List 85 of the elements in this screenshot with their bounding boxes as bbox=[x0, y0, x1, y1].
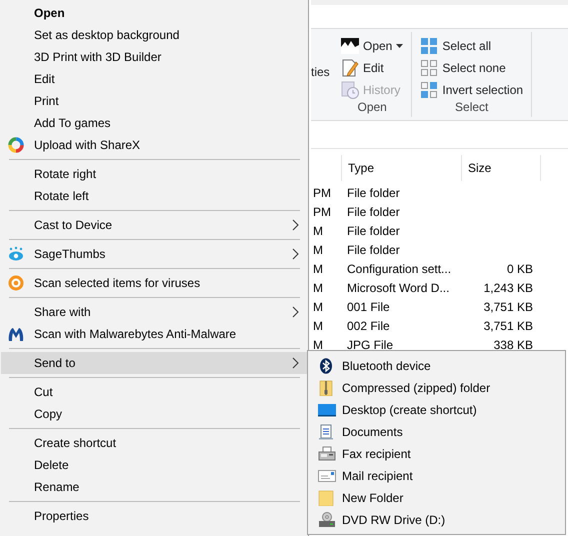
menu-item[interactable]: Add To games bbox=[1, 112, 307, 134]
table-cell-text: PM bbox=[312, 186, 332, 200]
table-cell-text: Configuration sett... bbox=[346, 262, 452, 276]
menu-item[interactable]: Scan selected items for viruses bbox=[1, 272, 307, 294]
ring-icon bbox=[8, 137, 24, 153]
table-cell-text: M bbox=[312, 300, 324, 314]
menu-item[interactable]: Properties bbox=[1, 505, 307, 527]
chevron-right-icon bbox=[292, 219, 299, 231]
menu-item[interactable]: Copy bbox=[1, 403, 307, 425]
menu-item[interactable]: Bluetooth device bbox=[308, 355, 565, 377]
table-cell-text: 0 KB bbox=[506, 262, 534, 276]
ribbon-button[interactable]: Open bbox=[339, 36, 406, 56]
table-cell-text: M bbox=[312, 262, 324, 276]
column-header[interactable]: Type bbox=[341, 155, 461, 181]
caret-icon bbox=[396, 44, 404, 48]
desktop-icon bbox=[318, 403, 336, 417]
table-cell-text: Microsoft Word D... bbox=[346, 280, 450, 294]
menu-item[interactable]: Cut bbox=[1, 381, 307, 403]
envelope-icon bbox=[318, 470, 336, 482]
table-cell-text: 338 KB bbox=[492, 338, 534, 352]
table-cell-text: M bbox=[312, 338, 324, 352]
chevron-right-icon bbox=[292, 357, 299, 369]
ribbon-group-label: Open bbox=[356, 100, 388, 116]
menu-item[interactable]: Print bbox=[1, 90, 307, 112]
menu-item[interactable]: Cast to Device bbox=[1, 214, 307, 236]
column-header[interactable]: Size bbox=[461, 155, 541, 181]
fax-icon bbox=[318, 446, 336, 462]
table-cell-text: File folder bbox=[346, 242, 401, 256]
table-cell-text: M bbox=[312, 318, 324, 332]
table-cell-text: 001 File bbox=[346, 300, 391, 314]
menu-item[interactable]: New Folder bbox=[308, 487, 565, 509]
table-cell-text: 002 File bbox=[346, 318, 391, 332]
table-cell-text: PM bbox=[312, 204, 332, 218]
menu-item[interactable]: Set as desktop background bbox=[1, 24, 307, 46]
invert-selection-icon bbox=[420, 81, 438, 99]
menu-item[interactable]: Open bbox=[1, 2, 307, 24]
menu-item[interactable]: Rotate left bbox=[1, 185, 307, 207]
table-cell-text: M bbox=[312, 242, 324, 256]
document-icon bbox=[318, 424, 334, 440]
menu-item[interactable]: Rename bbox=[1, 476, 307, 498]
picture-icon bbox=[341, 37, 359, 55]
menu-item[interactable]: Desktop (create shortcut) bbox=[308, 399, 565, 421]
ribbon-button[interactable]: Select all bbox=[418, 36, 526, 56]
ring-icon bbox=[8, 275, 24, 291]
table-cell-text: File folder bbox=[346, 204, 401, 218]
menu-item[interactable]: DVD RW Drive (D:) bbox=[308, 509, 565, 531]
menu-item[interactable]: Delete bbox=[1, 454, 307, 476]
eye-icon bbox=[8, 246, 24, 262]
ribbon-button-label[interactable]: ties bbox=[311, 64, 330, 78]
select-none-icon bbox=[420, 59, 438, 77]
menu-item[interactable]: Rotate right bbox=[1, 163, 307, 185]
menu-item[interactable]: Create shortcut bbox=[1, 432, 307, 454]
chevron-right-icon bbox=[292, 306, 299, 318]
menu-item[interactable]: SageThumbs bbox=[1, 243, 307, 265]
ribbon-group-label: Select bbox=[454, 100, 490, 116]
disc-drive-icon bbox=[318, 512, 336, 528]
menu-item[interactable]: Upload with ShareX bbox=[1, 134, 307, 156]
table-cell-text: M bbox=[312, 224, 324, 238]
menu-item[interactable]: Edit bbox=[1, 68, 307, 90]
ribbon-button[interactable]: Select none bbox=[418, 58, 526, 78]
bluetooth-icon bbox=[318, 358, 334, 374]
menu-item[interactable]: Documents bbox=[308, 421, 565, 443]
history-icon bbox=[341, 81, 359, 99]
menu-item[interactable]: Scan with Malwarebytes Anti-Malware bbox=[1, 323, 307, 345]
table-cell-text: 3,751 KB bbox=[482, 300, 534, 314]
ribbon-button[interactable]: Edit bbox=[339, 58, 406, 78]
edit-icon bbox=[341, 59, 359, 77]
select-all-icon bbox=[420, 37, 438, 55]
ribbon-button[interactable]: Invert selection bbox=[418, 80, 526, 100]
chevron-right-icon bbox=[292, 248, 299, 260]
table-cell-text: File folder bbox=[346, 186, 401, 200]
menu-item[interactable]: Share with bbox=[1, 301, 307, 323]
table-cell-text: File folder bbox=[346, 224, 401, 238]
menu-item[interactable]: Fax recipient bbox=[308, 443, 565, 465]
table-cell-text: JPG File bbox=[346, 338, 394, 352]
menu-item[interactable]: Mail recipient bbox=[308, 465, 565, 487]
menu-item[interactable]: 3D Print with 3D Builder bbox=[1, 46, 307, 68]
m-logo-icon bbox=[8, 326, 24, 342]
table-cell-text: 1,243 KB bbox=[482, 280, 534, 294]
menu-item[interactable]: Compressed (zipped) folder bbox=[308, 377, 565, 399]
menu-item[interactable]: Send to bbox=[1, 352, 307, 374]
table-cell-text: M bbox=[312, 280, 324, 294]
zip-folder-icon bbox=[318, 380, 334, 396]
folder-icon bbox=[318, 490, 334, 506]
table-cell-text: 3,751 KB bbox=[482, 318, 534, 332]
